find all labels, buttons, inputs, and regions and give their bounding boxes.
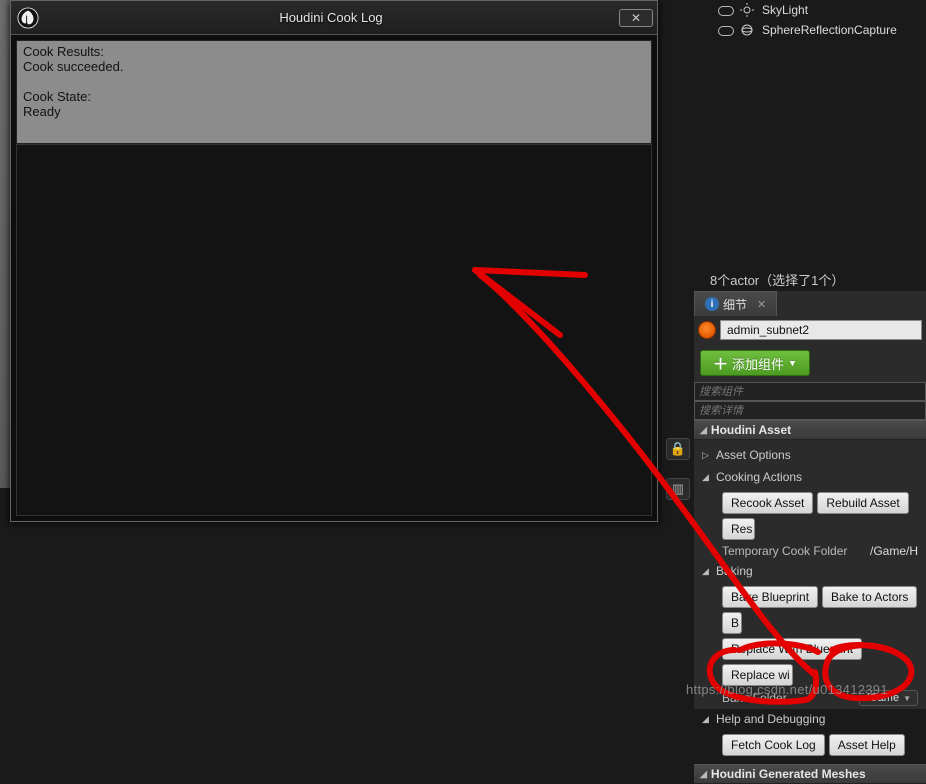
fetch-cook-log-button[interactable]: Fetch Cook Log [722,734,825,756]
expand-icon: ◢ [700,425,707,436]
add-component-label: 添加组件 [732,354,784,373]
asset-help-button[interactable]: Asset Help [829,734,905,756]
dialog-body: Cook Results: Cook succeeded. Cook State… [11,35,657,521]
object-name-field[interactable] [720,320,922,340]
close-icon: ✕ [631,11,641,25]
bake-actors-button[interactable]: Bake to Actors [822,586,917,608]
chevron-right-icon: ▷ [702,450,710,461]
category-generated-meshes[interactable]: ◢ Houdini Generated Meshes [694,764,926,784]
sphere-reflection-icon [740,23,754,37]
outliner-row[interactable]: SkyLight [700,0,926,20]
category-label: Houdini Generated Meshes [711,767,866,781]
dialog-title: Houdini Cook Log [43,10,619,25]
unreal-logo-icon [15,5,41,31]
bake-blueprint-button[interactable]: Bake Blueprint [722,586,818,608]
reset-button-cut[interactable]: Res [722,518,755,540]
outliner-item-label: SkyLight [762,3,808,17]
search-components-input[interactable] [694,382,926,401]
selected-object-row [694,316,926,344]
cooking-actions-label: Cooking Actions [716,470,802,484]
temp-cook-folder-label: Temporary Cook Folder [722,544,847,558]
info-icon: i [705,297,719,311]
recook-asset-button[interactable]: Recook Asset [722,492,813,514]
details-panel: i 细节 ✕ ＋ 添加组件 ▼ ◢ Houdini Asset ▷ Asset … [694,291,926,709]
asset-options-label: Asset Options [716,448,791,462]
expand-icon: ◢ [702,714,710,725]
add-component-button[interactable]: ＋ 添加组件 ▼ [700,350,810,376]
close-button[interactable]: ✕ [619,9,653,27]
asset-options-row[interactable]: ▷ Asset Options [702,444,918,466]
details-tabs: i 细节 ✕ [694,291,926,316]
outliner-item-label: SphereReflectionCapture [762,23,897,37]
skylight-icon [740,3,754,17]
watermark: https://blog.csdn.net/u013412391 [686,682,888,697]
help-debugging-row[interactable]: ◢ Help and Debugging [702,708,918,730]
expand-icon: ◢ [700,769,707,780]
chevron-down-icon: ▼ [788,358,797,368]
houdini-icon [698,321,716,339]
baking-row[interactable]: ◢ Baking [702,560,918,582]
viewport-tool-b[interactable]: ▥ [666,478,690,500]
cook-log-textbox[interactable]: Cook Results: Cook succeeded. Cook State… [16,40,652,144]
search-details-input[interactable] [694,401,926,420]
baking-label: Baking [716,564,753,578]
world-outliner: SkyLight SphereReflectionCapture 8个actor… [700,0,926,295]
chevron-down-icon: ▼ [903,694,911,703]
dialog-titlebar[interactable]: Houdini Cook Log ✕ [11,1,657,35]
cooking-actions-row[interactable]: ◢ Cooking Actions [702,466,918,488]
visibility-eye-icon[interactable] [718,4,732,16]
replace-blueprint-button[interactable]: Replace With Blueprint [722,638,862,660]
category-label: Houdini Asset [711,423,791,437]
cook-log-dialog: Houdini Cook Log ✕ Cook Results: Cook su… [10,0,658,522]
temp-cook-folder-value[interactable]: /Game/H [870,544,918,558]
outliner-row[interactable]: SphereReflectionCapture [700,20,926,40]
bake-button-cut[interactable]: B [722,612,742,634]
close-icon[interactable]: ✕ [757,298,766,311]
cook-log-empty-area [16,144,652,516]
plus-icon: ＋ [713,353,728,374]
expand-icon: ◢ [702,472,710,483]
category-houdini-asset[interactable]: ◢ Houdini Asset [694,420,926,440]
visibility-eye-icon[interactable] [718,24,732,36]
expand-icon: ◢ [702,566,710,577]
help-debugging-label: Help and Debugging [716,712,825,726]
tab-label: 细节 [723,296,747,313]
viewport-tool-a[interactable]: 🔒 [666,438,690,460]
rebuild-asset-button[interactable]: Rebuild Asset [817,492,908,514]
tab-details[interactable]: i 细节 ✕ [694,291,777,316]
